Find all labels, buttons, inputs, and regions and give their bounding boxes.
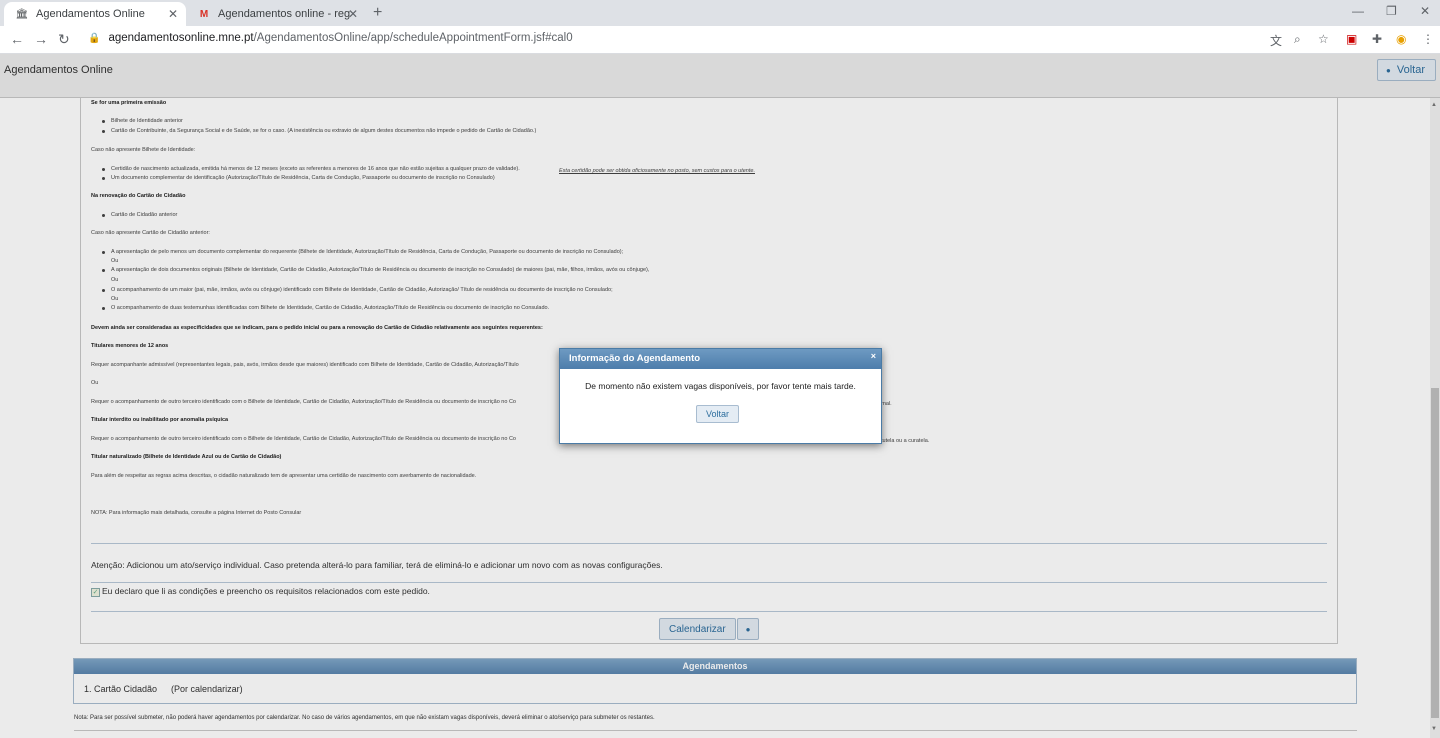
forward-icon[interactable]: → [34, 31, 48, 47]
dialog-title: Informação do Agendamento [569, 353, 701, 364]
browser-tabbar: 🏛 Agendamentos Online ✕ M Agendamentos o… [0, 0, 1440, 26]
lock-icon: 🔒 [88, 33, 101, 44]
bookmark-star-icon[interactable]: ☆ [1318, 32, 1329, 46]
close-tab-icon[interactable]: ✕ [168, 7, 178, 21]
dialog-voltar-button[interactable]: Voltar [696, 405, 739, 423]
dialog-header: Informação do Agendamento × [560, 349, 881, 369]
translate-icon[interactable]: 文 [1270, 32, 1282, 49]
crest-icon: 🏛 [15, 8, 29, 20]
back-icon[interactable]: ← [10, 31, 24, 47]
gmail-icon: M [199, 8, 209, 20]
minimize-icon[interactable]: — [1352, 4, 1364, 18]
reload-icon[interactable]: ↻ [58, 31, 70, 48]
address-bar[interactable]: 🔒 agendamentosonline.mne.pt/AgendamentosO… [88, 32, 573, 44]
close-icon[interactable]: × [871, 346, 876, 366]
close-window-icon[interactable]: ✕ [1420, 4, 1430, 18]
dialog-message: De momento não existem vagas disponíveis… [585, 381, 856, 391]
zoom-icon[interactable]: ⌕ [1294, 32, 1301, 47]
info-dialog: Informação do Agendamento × De momento n… [559, 348, 882, 444]
restore-icon[interactable]: ❐ [1386, 4, 1397, 18]
menu-dots-icon[interactable]: ⋮ [1422, 32, 1434, 46]
url-host: agendamentosonline.mne.pt [108, 32, 254, 44]
new-tab-button[interactable]: + [373, 4, 382, 22]
tab-gmail[interactable]: M Agendamentos online - registo c ✕ [186, 2, 366, 26]
tab-agendamentos[interactable]: 🏛 Agendamentos Online ✕ [4, 2, 186, 26]
url-path: /AgendamentosOnline/app/scheduleAppointm… [253, 32, 573, 44]
tab-label: Agendamentos online - registo c [218, 8, 350, 20]
extensions-puzzle-icon[interactable]: ✚ [1372, 32, 1382, 46]
close-tab-icon[interactable]: ✕ [348, 7, 358, 21]
pdf-extension-icon[interactable]: ▣ [1346, 32, 1357, 46]
tab-label: Agendamentos Online [36, 8, 145, 20]
profile-avatar-icon[interactable]: ◉ [1396, 32, 1406, 46]
browser-toolbar: ← → ↻ 🔒 agendamentosonline.mne.pt/Agendam… [0, 26, 1440, 54]
